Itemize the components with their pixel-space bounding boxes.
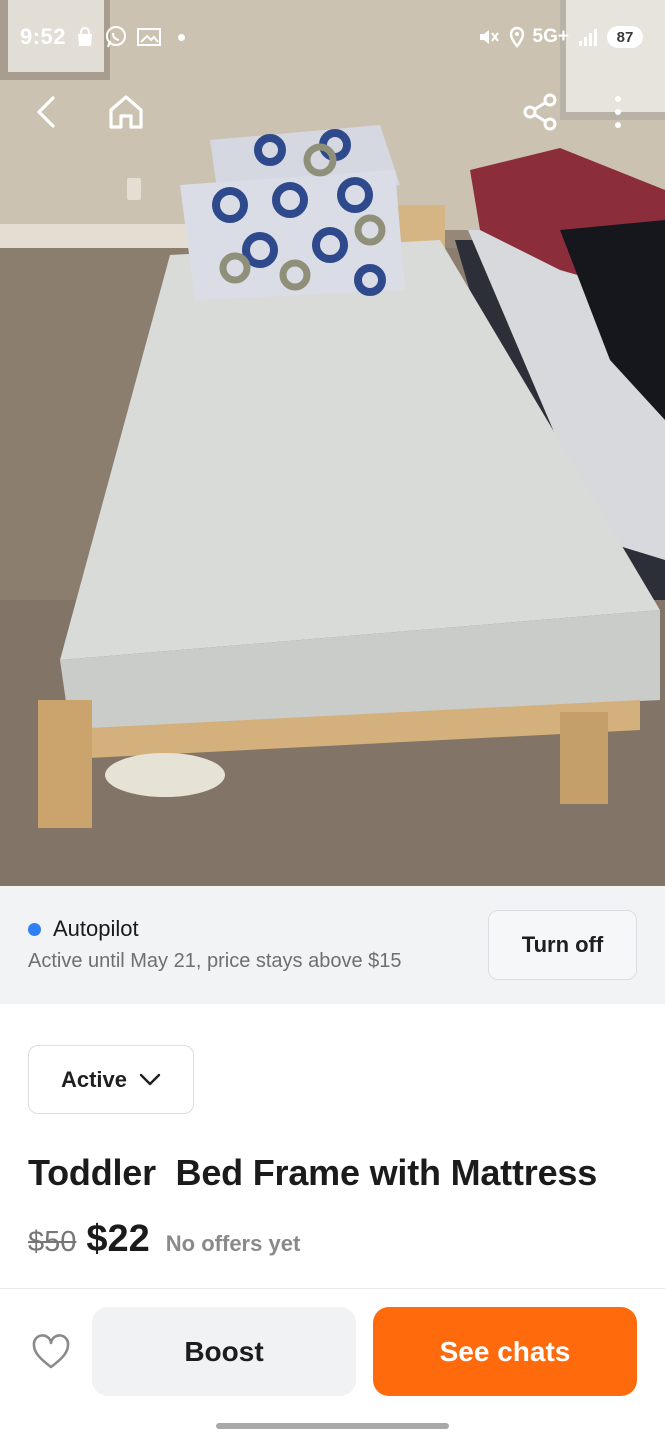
boost-button[interactable]: Boost xyxy=(92,1307,356,1396)
home-button[interactable] xyxy=(100,86,152,138)
price-row: $50 $22 No offers yet xyxy=(28,1218,300,1261)
signal-icon xyxy=(577,26,599,48)
listing-status-dropdown[interactable]: Active xyxy=(28,1045,194,1114)
heart-icon xyxy=(32,1334,70,1369)
see-chats-button[interactable]: See chats xyxy=(373,1307,637,1396)
mute-icon xyxy=(477,26,501,48)
original-price: $50 xyxy=(28,1226,77,1258)
chevron-down-icon xyxy=(139,1073,161,1085)
back-button[interactable] xyxy=(20,86,72,138)
more-options-button[interactable] xyxy=(592,86,644,138)
offers-status: No offers yet xyxy=(165,1231,301,1256)
status-bar-right: 5G+ 87 xyxy=(477,26,643,48)
autopilot-title-row: Autopilot xyxy=(28,916,139,942)
home-icon xyxy=(109,95,143,129)
autopilot-subtitle: Active until May 21, price stays above $… xyxy=(28,950,402,972)
share-button[interactable] xyxy=(514,86,566,138)
autopilot-title: Autopilot xyxy=(53,916,139,941)
network-label: 5G+ xyxy=(532,26,569,47)
status-time: 9:52 xyxy=(20,24,67,49)
photo-toolbar xyxy=(0,86,665,146)
location-icon xyxy=(509,26,525,48)
favorite-button[interactable] xyxy=(28,1330,74,1374)
status-bar: 9:52 5G+ 87 xyxy=(0,0,665,74)
battery-indicator: 87 xyxy=(607,26,643,48)
current-price: $22 xyxy=(86,1218,150,1260)
shopping-bag-icon xyxy=(74,26,96,48)
turn-off-autopilot-button[interactable]: Turn off xyxy=(488,910,637,980)
gallery-icon xyxy=(136,26,162,48)
listing-title: Toddler Bed Frame with Mattress xyxy=(28,1152,598,1193)
notification-dot-icon xyxy=(178,33,186,41)
home-indicator[interactable] xyxy=(216,1423,449,1429)
status-bar-left: 9:52 xyxy=(20,24,186,50)
listing-status-value: Active xyxy=(60,1066,128,1092)
share-icon xyxy=(523,93,557,131)
autopilot-status-dot-icon xyxy=(28,922,41,936)
more-vertical-icon xyxy=(615,96,621,128)
whatsapp-icon xyxy=(104,25,128,49)
back-icon xyxy=(37,96,55,128)
